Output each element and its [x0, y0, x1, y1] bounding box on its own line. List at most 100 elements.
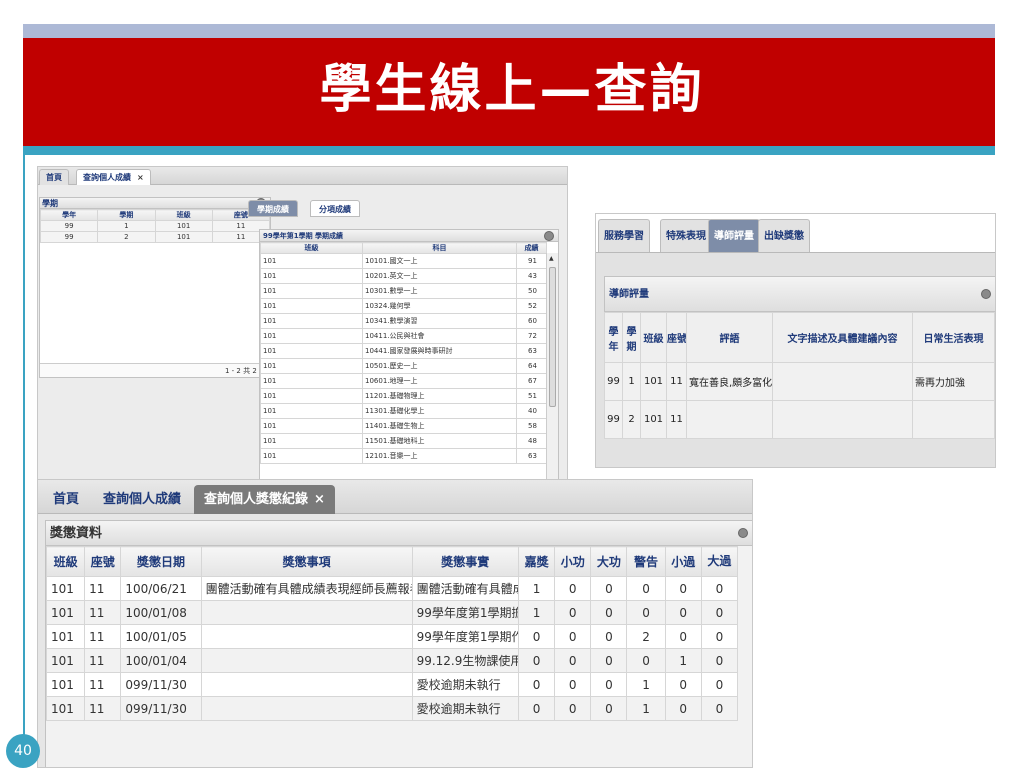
- table-cell: 0: [700, 624, 739, 649]
- evaluation-table: 學年 學期 班級 座號 評語 文字描述及具體建議內容 日常生活表現 99 1 1…: [604, 312, 995, 439]
- table-row[interactable]: 101 10441.國家發展與時事研討 63: [260, 343, 547, 359]
- column-header[interactable]: 大過: [700, 546, 739, 577]
- table-cell: 101: [46, 672, 86, 697]
- column-header[interactable]: 日常生活表現: [912, 312, 995, 363]
- column-header[interactable]: 班級: [46, 546, 86, 577]
- tab-personal-grades[interactable]: 查詢個人成績: [93, 485, 191, 514]
- tab-home[interactable]: 首頁: [39, 169, 69, 185]
- table-row[interactable]: 10111100/01/0599學年度第1學期作業000200: [46, 624, 739, 649]
- tab-attendance-rewards[interactable]: 出缺獎懲: [758, 219, 810, 252]
- table-cell: 101: [260, 433, 363, 449]
- table-row[interactable]: 99 1 101 11 寬在善良,頗多富化 需再力加強: [604, 362, 995, 401]
- table-cell: 101: [154, 231, 213, 243]
- rewards-table-body: 101 11 100/06/21 團體活動確有具體成績表現經師長薦報者 團體活動確有具體…: [46, 576, 739, 721]
- table-cell: 0: [626, 648, 666, 673]
- table-row[interactable]: 10111100/01/0499.12.9生物課使用手000010: [46, 648, 739, 673]
- table-row[interactable]: 101 10341.數學演習 60: [260, 313, 547, 329]
- column-header[interactable]: 學年: [40, 209, 99, 221]
- column-header[interactable]: 學期: [97, 209, 156, 221]
- table-cell: 2: [626, 624, 666, 649]
- table-row[interactable]: 99 2 101 11: [604, 400, 995, 439]
- table-cell: 0: [590, 576, 628, 601]
- column-header[interactable]: 成績: [516, 242, 547, 254]
- table-row[interactable]: 101 11301.基礎化學上 40: [260, 403, 547, 419]
- column-header[interactable]: 文字描述及具體建議內容: [772, 312, 913, 363]
- column-header[interactable]: 座號: [666, 312, 687, 363]
- table-cell: [772, 362, 913, 401]
- table-row[interactable]: 101 10601.地理一上 67: [260, 373, 547, 389]
- table-cell: [200, 648, 413, 673]
- table-row[interactable]: 99 1 101 11: [40, 220, 270, 232]
- column-header[interactable]: 科目: [362, 242, 517, 254]
- column-header[interactable]: 警告: [626, 546, 666, 577]
- column-header[interactable]: 大功: [590, 546, 628, 577]
- collapse-icon[interactable]: [544, 230, 554, 241]
- tab-label: 查詢個人成績: [83, 173, 131, 182]
- collapse-icon[interactable]: [981, 289, 991, 299]
- column-header[interactable]: 獎懲日期: [120, 546, 202, 577]
- table-row[interactable]: 101 10301.數學一上 50: [260, 283, 547, 299]
- tab-home[interactable]: 首頁: [43, 485, 89, 514]
- table-row[interactable]: 101 11201.基礎物理上 51: [260, 388, 547, 404]
- table-cell: 101: [260, 418, 363, 434]
- table-cell: 1: [622, 362, 641, 401]
- table-cell: 0: [590, 624, 628, 649]
- table-row[interactable]: 101 11 100/06/21 團體活動確有具體成績表現經師長薦報者 團體活動確有具體…: [46, 576, 739, 601]
- column-header[interactable]: 座號: [84, 546, 122, 577]
- table-cell: 58: [516, 418, 547, 434]
- collapse-icon[interactable]: [738, 528, 748, 538]
- column-header[interactable]: 班級: [154, 209, 213, 221]
- scroll-up-icon[interactable]: ▲: [549, 255, 554, 262]
- panel-title: 學期: [42, 199, 58, 208]
- column-header[interactable]: 學年: [604, 312, 623, 363]
- table-cell: 11: [666, 362, 687, 401]
- close-icon[interactable]: ×: [314, 492, 325, 507]
- tab-teacher-evaluation[interactable]: 導師評量: [708, 219, 760, 252]
- teacher-evaluation-screenshot: 服務學習 特殊表現 導師評量 出缺獎懲 導師評量 學年 學期 班級 座號 評語 …: [595, 213, 996, 468]
- table-row[interactable]: 101 10411.公民與社會 72: [260, 328, 547, 344]
- table-cell: 0: [554, 576, 592, 601]
- column-header[interactable]: 小過: [664, 546, 702, 577]
- column-header[interactable]: 小功: [554, 546, 592, 577]
- table-row[interactable]: 10111100/01/0899學年度第1學期擔任100000: [46, 600, 739, 625]
- tab-service-learning[interactable]: 服務學習: [598, 219, 650, 252]
- table-row[interactable]: 101 10101.國文一上 91: [260, 253, 547, 269]
- column-header[interactable]: 嘉獎: [518, 546, 556, 577]
- tab-item-grades[interactable]: 分項成績: [310, 200, 360, 217]
- table-cell: 0: [518, 696, 556, 721]
- table-cell: 101: [260, 403, 363, 419]
- column-header[interactable]: 班級: [260, 242, 363, 254]
- table-cell: 10601.地理一上: [362, 373, 517, 389]
- column-header[interactable]: 班級: [640, 312, 667, 363]
- table-cell: 99學年度第1學期作業: [411, 624, 520, 649]
- table-row[interactable]: 101 12101.音樂一上 63: [260, 448, 547, 464]
- table-cell: 需再力加強: [912, 362, 995, 401]
- table-row[interactable]: 101 10501.歷史一上 64: [260, 358, 547, 374]
- scrollbar-thumb[interactable]: [549, 267, 556, 407]
- column-header[interactable]: 評語: [686, 312, 773, 363]
- table-row[interactable]: 101 11 099/11/30 愛校逾期未執行 0 0 0 1 0 0: [46, 672, 739, 697]
- table-cell: 2: [622, 400, 641, 439]
- table-cell: 100/01/04: [120, 648, 202, 673]
- table-cell: 72: [516, 328, 547, 344]
- table-row[interactable]: 101 11401.基礎生物上 58: [260, 418, 547, 434]
- table-cell: 11401.基礎生物上: [362, 418, 517, 434]
- grade-table-body: 101 10101.國文一上 91 101 10201.英文一上 43 101 10301.數…: [260, 253, 547, 464]
- table-row[interactable]: 101 11501.基礎地科上 48: [260, 433, 547, 449]
- table-cell: 99.12.9生物課使用手: [411, 648, 520, 673]
- column-header[interactable]: 獎懲事實: [411, 546, 520, 577]
- tab-personal-rewards[interactable]: 查詢個人獎懲紀錄 ×: [194, 485, 335, 514]
- table-cell: 11: [84, 576, 122, 601]
- tab-personal-grades[interactable]: 查詢個人成績 ×: [76, 169, 151, 185]
- table-row[interactable]: 101 11 099/11/30 愛校逾期未執行 0 0 0 1 0 0: [46, 696, 739, 721]
- column-header[interactable]: 學期: [622, 312, 641, 363]
- tab-special-performance[interactable]: 特殊表現: [660, 219, 712, 252]
- table-cell: 11: [84, 600, 122, 625]
- close-icon[interactable]: ×: [137, 173, 144, 182]
- table-row[interactable]: 101 10201.英文一上 43: [260, 268, 547, 284]
- table-row[interactable]: 101 10324.幾何學 52: [260, 298, 547, 314]
- column-header[interactable]: 獎懲事項: [200, 546, 413, 577]
- tab-semester-grades[interactable]: 學期成績: [248, 200, 298, 217]
- table-row[interactable]: 99 2 101 11: [40, 231, 270, 243]
- table-cell: 0: [664, 696, 702, 721]
